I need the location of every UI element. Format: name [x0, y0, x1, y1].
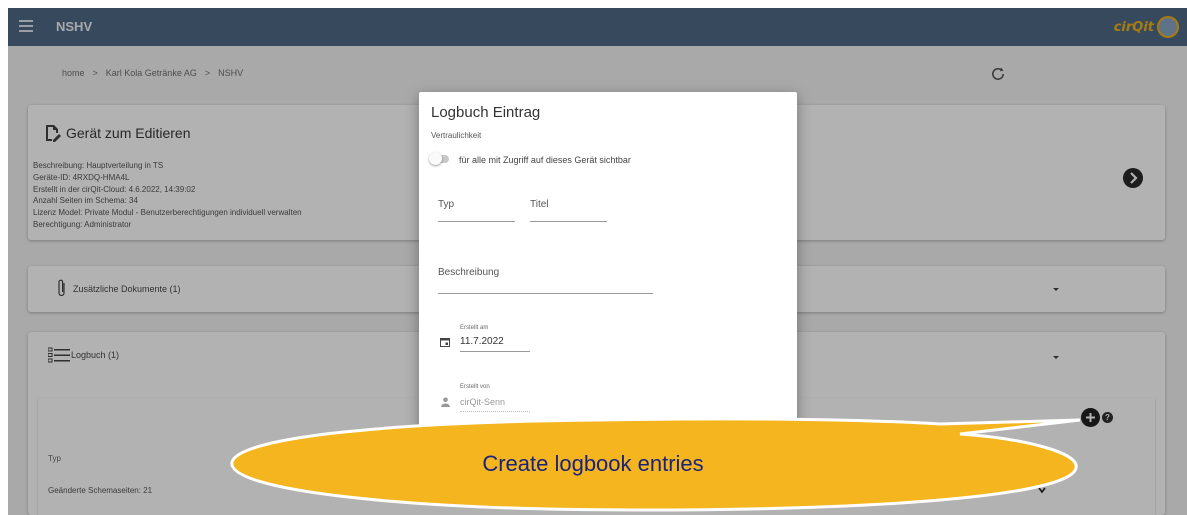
callout-text: Create logbook entries: [482, 451, 704, 476]
titel-input[interactable]: Titel: [530, 199, 607, 222]
dialog-title: Logbuch Eintrag: [431, 104, 541, 121]
calendar-icon[interactable]: [440, 337, 450, 347]
created-on-input[interactable]: 11.7.2022: [460, 336, 530, 352]
person-icon: [441, 397, 450, 407]
typ-input[interactable]: Typ: [438, 199, 515, 222]
beschreibung-input[interactable]: Beschreibung: [438, 259, 653, 294]
logbook-entry-dialog: Logbuch Eintrag Vertraulichkeit für alle…: [419, 92, 797, 432]
screenshot-stage: NSHV cirQit home > Karl Kola Getränke AG…: [0, 0, 1187, 515]
modal-scrim-top: [8, 8, 1187, 46]
visibility-toggle[interactable]: [429, 152, 449, 165]
confidentiality-label: Vertraulichkeit: [431, 131, 482, 140]
toggle-knob: [429, 152, 442, 165]
created-on-label: Erstellt am: [460, 325, 489, 331]
visibility-toggle-label: für alle mit Zugriff auf dieses Gerät si…: [459, 155, 631, 165]
app-window: NSHV cirQit home > Karl Kola Getränke AG…: [8, 8, 1187, 515]
created-by-label: Erstellt von: [460, 384, 490, 390]
created-by-value: cirQit-Senn: [460, 397, 530, 412]
